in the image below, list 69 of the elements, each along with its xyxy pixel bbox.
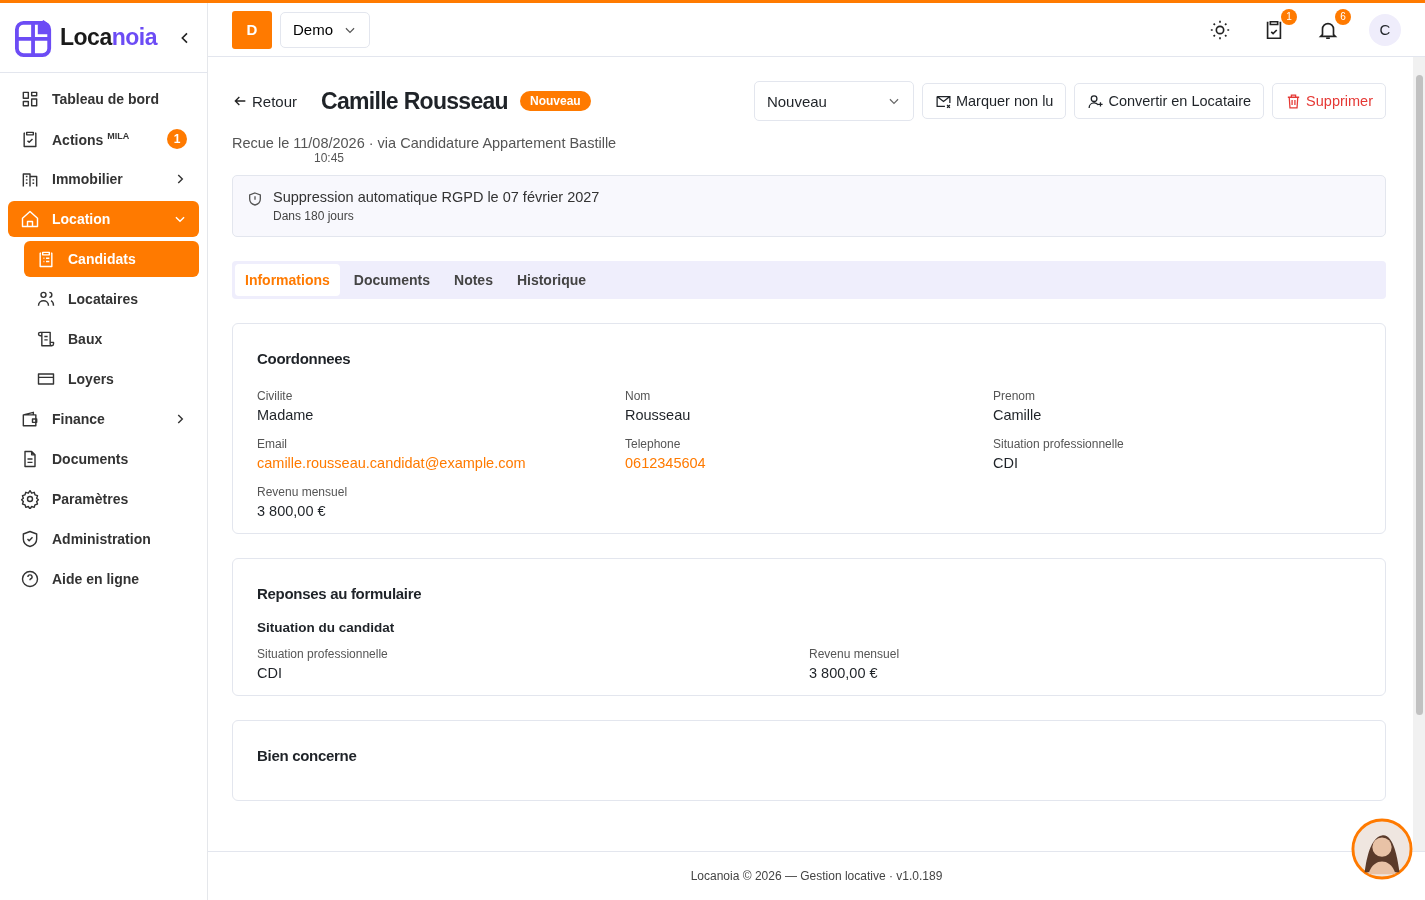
section-title: Coordonnees — [257, 350, 352, 367]
count-badge: 1 — [1281, 8, 1297, 25]
nav-item[interactable]: Finance — [8, 401, 199, 437]
field-value: CDI — [993, 455, 1019, 471]
delete-button[interactable]: Supprimer — [1272, 83, 1386, 119]
nav-icon — [36, 249, 56, 269]
page-title: Camille Rousseau — [321, 87, 508, 115]
field-label: Situation professionnelle — [993, 437, 1125, 451]
nav-icon — [20, 569, 40, 589]
footer-text: Locanoia © 2026 — Gestion locative · v1.0.189 — [690, 869, 943, 883]
field-value: Camille — [993, 407, 1043, 423]
logo-text: Locanoia — [60, 24, 157, 51]
count-badge: 1 — [167, 129, 187, 149]
nav-icon — [20, 209, 40, 229]
notice-subtitle: Dans 180 jours — [273, 209, 355, 223]
field-label: Civilite — [257, 389, 294, 403]
tab[interactable]: Historique — [506, 264, 597, 296]
nav-icon — [20, 489, 40, 509]
section-title: Bien concerne — [257, 747, 358, 764]
field-label: Prenom — [993, 389, 1037, 403]
action-button[interactable]: Marquer non lu — [921, 83, 1067, 119]
nav-item[interactable]: Actions $^{MILA}$ 1 — [8, 121, 199, 157]
logo-icon — [15, 18, 53, 57]
section-title: Reponses au formulaire — [257, 585, 423, 602]
source-text: · via Candidature Appartement Bastille — [368, 135, 617, 151]
field-label: Revenu mensuel — [257, 485, 349, 499]
action-button[interactable]: Convertir en Locataire — [1074, 83, 1265, 119]
tab[interactable]: Notes — [444, 264, 503, 296]
received-time: 10:45 — [313, 151, 344, 165]
nav-item[interactable]: Baux — [24, 321, 199, 357]
nav-icon — [20, 529, 40, 549]
field-label: Revenu mensuel — [809, 647, 901, 661]
field-value: 3 800,00 € — [257, 503, 327, 519]
status-badge: Nouveau — [519, 91, 591, 111]
back-link[interactable]: Retour — [232, 92, 298, 110]
count-badge: 6 — [1335, 8, 1351, 25]
nav-icon — [20, 89, 40, 109]
nav-icon — [20, 129, 40, 149]
nav-item[interactable]: Paramètres — [8, 481, 199, 517]
tab[interactable]: Documents — [343, 264, 440, 296]
received-date: 11/08/2026 — [293, 135, 365, 151]
nav-item[interactable]: Aide en ligne — [8, 561, 199, 597]
field-label: Nom — [625, 389, 652, 403]
nav-item[interactable]: Tableau de bord — [8, 81, 199, 117]
nav-item[interactable]: Loyers — [24, 361, 199, 397]
nav-item[interactable]: Documents — [8, 441, 199, 477]
nav-item[interactable]: Locataires — [24, 281, 199, 317]
notice-title: Suppression automatique RGPD le 07 février 2027 — [273, 189, 600, 205]
nav-icon — [20, 409, 40, 429]
assistant-avatar[interactable] — [1351, 818, 1413, 880]
nav-item[interactable]: Administration — [8, 521, 199, 557]
field-label: Telephone — [625, 437, 682, 451]
status-select[interactable]: Nouveau — [753, 81, 914, 121]
nav-item[interactable]: Immobilier — [8, 161, 199, 197]
workspace-select[interactable]: Demo — [280, 11, 370, 48]
shield-icon — [247, 191, 263, 207]
field-value: CDI — [257, 665, 283, 681]
user-avatar[interactable]: C — [1369, 13, 1401, 46]
group-title: Situation du candidat — [257, 620, 396, 635]
user-plus-icon — [1087, 92, 1105, 110]
field-label: Email — [257, 437, 288, 451]
nav-icon — [36, 289, 56, 309]
field-value: 3 800,00 € — [809, 665, 879, 681]
field-value: Rousseau — [625, 407, 692, 423]
field-value: Madame — [257, 407, 315, 423]
sun-icon[interactable] — [1209, 18, 1231, 41]
nav-icon — [36, 329, 56, 349]
received-label: Recue le — [232, 135, 290, 151]
field-label: Situation professionnelle — [257, 647, 389, 661]
